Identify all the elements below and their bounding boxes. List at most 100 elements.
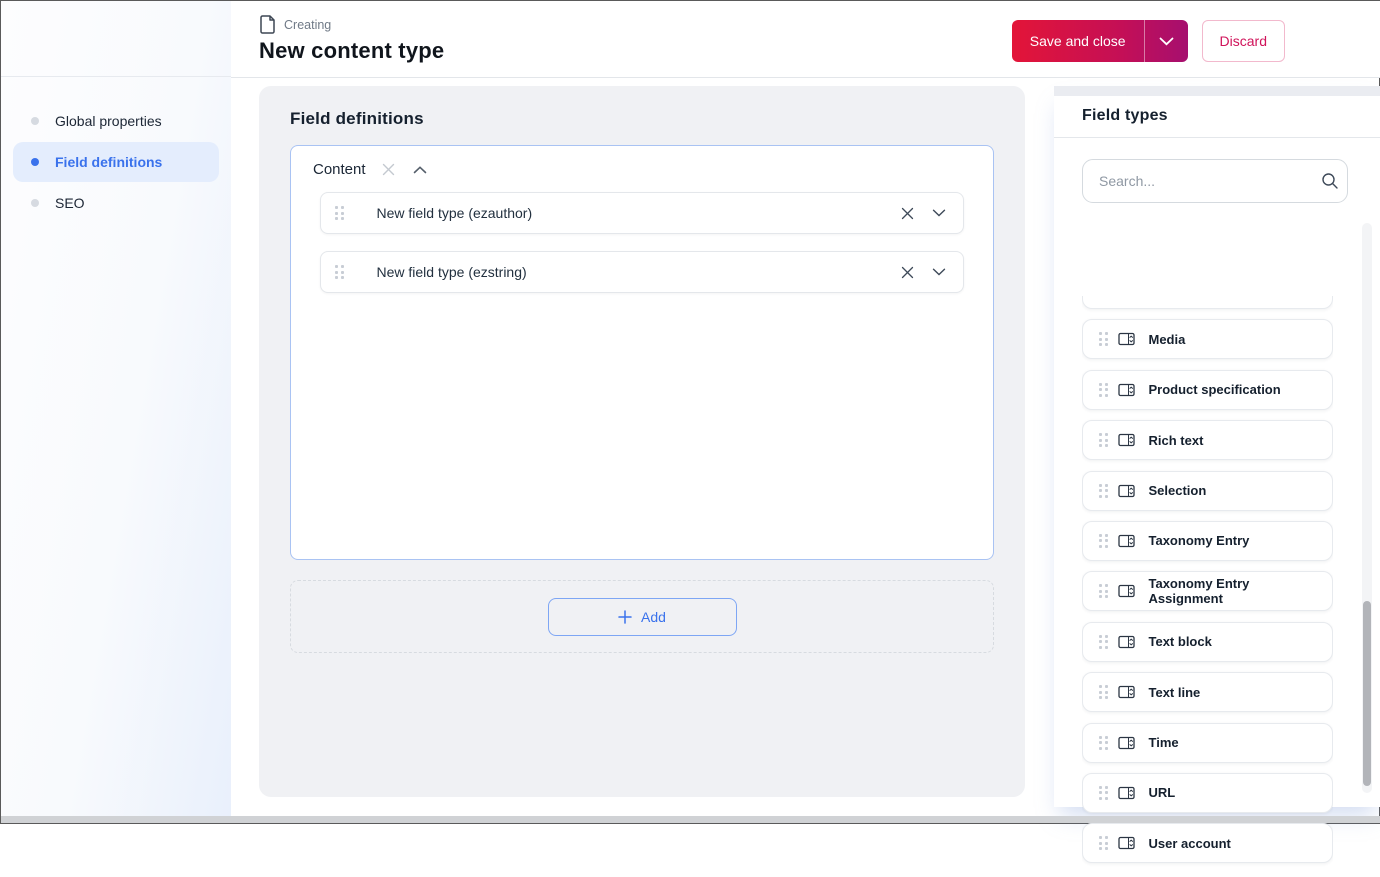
overline-label: Creating [284,17,332,32]
field-type-item[interactable]: Media [1082,319,1333,360]
field-input-icon [1117,332,1135,346]
add-field-dropzone: Add [290,580,994,653]
field-row-actions [899,264,948,281]
drag-handle-icon[interactable] [1099,483,1108,498]
field-definitions-panel: Field definitions Content New field type… [259,86,1025,797]
field-input-icon [1117,685,1135,699]
drag-handle-icon[interactable] [1099,735,1108,750]
field-type-item[interactable]: Taxonomy Entry Assignment [1082,571,1333,612]
nav-bullet-icon [31,199,39,207]
drag-handle-icon[interactable] [1099,433,1108,448]
nav-bullet-icon [31,158,39,166]
field-type-label: Time [1148,735,1179,751]
search-icon[interactable] [1321,172,1339,190]
drag-handle-icon[interactable] [335,206,344,220]
content-type-nav: Global properties Field definitions SEO [1,77,231,223]
expand-field-button[interactable] [930,266,948,278]
remove-group-button[interactable] [380,161,397,178]
document-icon [259,15,276,34]
field-type-item[interactable]: Product specification [1082,369,1333,410]
close-icon [382,163,394,176]
drag-handle-icon[interactable] [335,265,344,279]
field-types-list: Media Product specification Rich text Se… [1082,296,1333,877]
field-type-item[interactable]: Taxonomy Entry [1082,520,1333,561]
sidebar-nav-item[interactable]: SEO [13,183,219,223]
field-type-item[interactable]: Selection [1082,470,1333,511]
panel-top-strip [1054,86,1380,96]
close-icon [901,266,914,278]
scrollbar-thumb[interactable] [1363,601,1371,786]
collapse-group-button[interactable] [411,164,429,176]
field-type-label: User account [1148,835,1231,851]
field-types-search [1082,159,1353,203]
add-field-button[interactable]: Add [547,597,737,636]
remove-field-button[interactable] [899,205,916,222]
field-type-label: Media [1148,331,1186,347]
save-options-dropdown[interactable] [1145,20,1188,62]
drag-handle-icon[interactable] [1099,382,1108,397]
field-types-panel: Field types Search... Media Product spec… [1054,86,1380,864]
field-input-icon [1117,584,1135,598]
page-header: Creating New content type Save and close… [231,1,1380,78]
close-icon [901,207,914,219]
section-title: Field definitions [290,109,424,128]
content-type-editor-page: Global properties Field definitions SEO [1,1,1380,864]
field-group-content: Content New field type (ezauthor) New fi… [290,145,994,560]
field-input-icon [1117,786,1135,800]
drag-handle-icon[interactable] [1099,634,1108,649]
field-group-header: Content [291,146,993,190]
field-type-label: Product specification [1148,382,1281,398]
chevron-down-icon [1159,37,1173,45]
field-type-item[interactable]: Text line [1082,672,1333,713]
save-and-close-button[interactable]: Save and close [1011,20,1188,62]
field-type-item-partial [1082,296,1333,309]
field-row-actions [899,205,948,222]
left-sidebar: Global properties Field definitions SEO [1,1,231,818]
nav-item-label: Field definitions [55,154,163,170]
field-type-item[interactable]: URL [1082,772,1333,813]
sidebar-nav-item[interactable]: Field definitions [13,142,219,182]
sidebar-nav-item[interactable]: Global properties [13,101,219,141]
creating-overline: Creating [259,15,444,34]
expand-field-button[interactable] [930,207,948,219]
page-title: New content type [259,38,445,63]
drag-handle-icon[interactable] [1099,685,1108,700]
sidebar-top-spacer [1,1,231,77]
drag-handle-icon[interactable] [1099,785,1108,800]
field-group-title: Content [313,161,366,178]
nav-bullet-icon [31,117,39,125]
drag-handle-icon[interactable] [1099,332,1108,347]
field-type-item[interactable]: Text block [1082,621,1333,662]
chevron-up-icon [413,165,426,173]
field-type-label: Taxonomy Entry Assignment [1148,576,1250,607]
field-types-scrollbar[interactable] [1362,223,1372,793]
field-type-item[interactable]: Rich text [1082,420,1333,461]
field-type-label: Text line [1148,684,1201,700]
field-type-label: Text block [1148,634,1212,650]
discard-button[interactable]: Discard [1201,20,1285,62]
search-input[interactable] [1082,159,1348,203]
nav-item-label: SEO [55,195,85,211]
field-type-label: Selection [1148,483,1207,499]
field-input-icon [1117,383,1135,397]
field-definition-row[interactable]: New field type (ezstring) [320,251,964,293]
field-type-item[interactable]: Time [1082,722,1333,763]
add-button-label: Add [641,608,666,625]
field-type-item[interactable]: User account [1082,823,1333,864]
drag-handle-icon[interactable] [1099,533,1108,548]
field-input-icon [1117,484,1135,498]
field-type-label: Rich text [1148,432,1204,448]
plus-icon [618,609,632,624]
drag-handle-icon[interactable] [1099,584,1108,599]
header-title-block: Creating New content type [259,15,444,64]
chevron-down-icon [932,268,946,276]
nav-item-label: Global properties [55,113,162,129]
field-input-icon [1117,635,1135,649]
field-input-icon [1117,836,1135,850]
field-definition-list: New field type (ezauthor) New field type… [291,190,993,293]
drag-handle-icon[interactable] [1099,836,1108,851]
remove-field-button[interactable] [899,264,916,281]
field-definition-row[interactable]: New field type (ezauthor) [320,192,964,234]
field-definition-label: New field type (ezstring) [376,264,527,280]
field-input-icon [1117,433,1135,447]
